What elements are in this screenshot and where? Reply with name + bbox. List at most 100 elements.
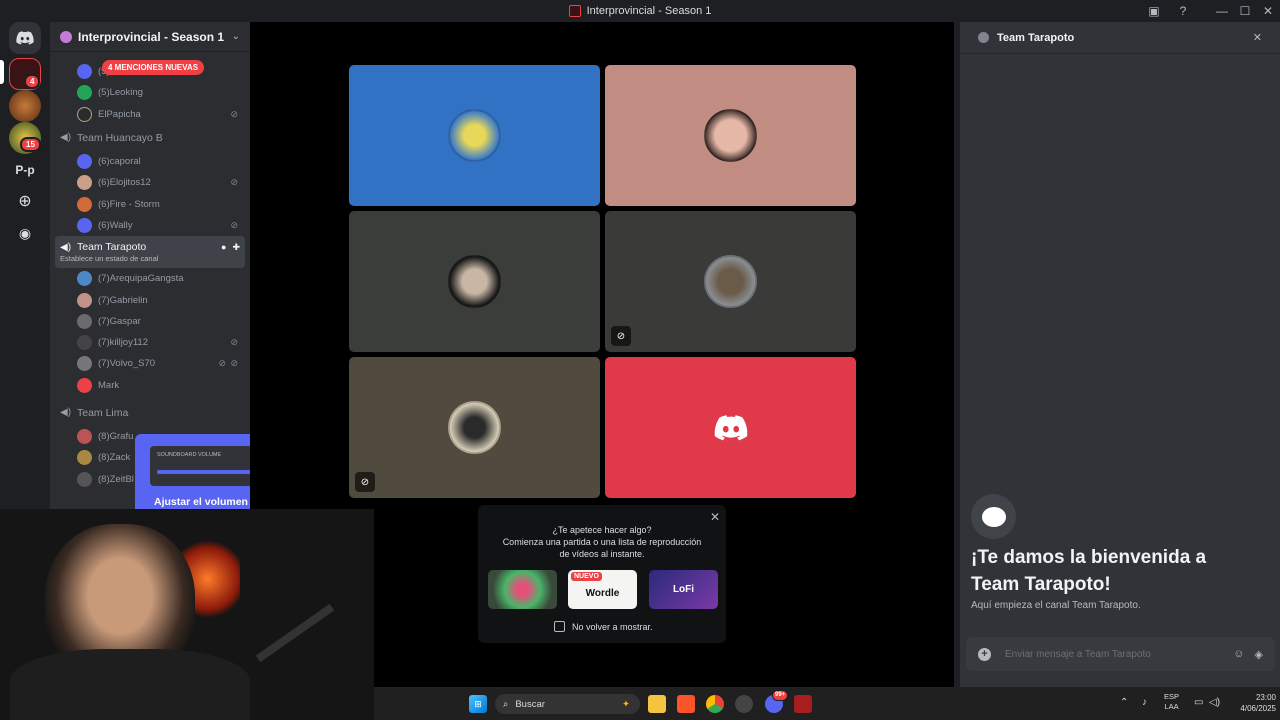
soundboard-volume-label: SOUNDBOARD VOLUME	[157, 452, 222, 458]
add-server-icon[interactable]: ⊕	[9, 185, 41, 217]
video-tile[interactable]	[349, 65, 600, 206]
avatar	[77, 196, 92, 212]
video-tile[interactable]: ⊘	[605, 211, 856, 352]
inbox-icon[interactable]: ▣	[1141, 2, 1167, 20]
activity-tile-lofi[interactable]: LoFi	[649, 570, 718, 609]
avatar	[77, 85, 92, 101]
activity-body: de vídeos al instante.	[559, 549, 645, 559]
window-title: Interprovincial - Season 1	[586, 5, 712, 17]
video-tile[interactable]	[349, 211, 600, 352]
welcome-chat-icon	[971, 494, 1016, 539]
discord-logo-icon	[714, 414, 747, 440]
chat-channel-name: Team Tarapoto	[997, 31, 1075, 44]
deafened-icon: ⊘	[230, 358, 238, 369]
video-tile[interactable]	[605, 65, 856, 206]
search-label: Buscar	[515, 698, 545, 710]
member-row[interactable]: (7)Gaspar	[50, 311, 250, 332]
avatar	[77, 356, 92, 372]
member-row[interactable]: (6)caporal	[50, 151, 250, 172]
member-row[interactable]: (7)ArequipaGangsta	[50, 268, 250, 289]
selected-server-indicator	[0, 60, 4, 84]
voice-channel-team-huancayo-b[interactable]: ◀) Team Huancayo B	[50, 125, 250, 151]
member-row[interactable]: (6)Elojitos12 ⊘	[50, 172, 250, 193]
video-tile[interactable]: ⊘	[349, 357, 600, 498]
member-row[interactable]: (6)Fire - Storm	[50, 193, 250, 214]
avatar	[77, 377, 92, 393]
participant-avatar	[704, 255, 757, 308]
clock[interactable]: 23:00 4/06/2025	[1224, 692, 1276, 714]
mic-muted-icon: ⊘	[230, 337, 238, 348]
new-mentions-pill[interactable]: 4 MENCIONES NUEVAS	[102, 60, 205, 75]
chat-bubble-icon	[978, 32, 989, 43]
deafened-icon: ⊘	[355, 472, 375, 492]
close-window-button[interactable]: ✕	[1255, 2, 1280, 20]
video-tile[interactable]	[605, 357, 856, 498]
member-row[interactable]: (6)Wally ⊘	[50, 215, 250, 236]
welcome-title: Team Tarapoto!	[971, 574, 1111, 595]
channel-status[interactable]: Establece un estado de canal	[60, 254, 158, 263]
message-placeholder: Enviar mensaje a Team Tarapoto	[1005, 648, 1151, 660]
microphone-icon[interactable]: ♪	[1142, 697, 1147, 708]
mic-muted-icon: ⊘	[611, 326, 631, 346]
member-row[interactable]: (7)killjoy112 ⊘	[50, 332, 250, 353]
dota-icon[interactable]	[794, 695, 812, 713]
speaker-icon: ◀)	[60, 241, 72, 253]
activity-icon[interactable]: ◈	[1255, 648, 1263, 661]
mic-muted-icon: ⊘	[218, 358, 226, 369]
channel-chat-panel: Team Tarapoto ✕ ¡Te damos la bienvenida …	[960, 22, 1280, 687]
welcome-subtitle: Aquí empieza el canal Team Tarapoto.	[971, 600, 1141, 611]
message-input[interactable]: + Enviar mensaje a Team Tarapoto ☺ ◈	[966, 637, 1275, 671]
avatar	[77, 450, 92, 466]
invite-icon[interactable]: ✚	[232, 242, 240, 253]
chat-icon[interactable]: ●	[221, 242, 226, 252]
server-boost-icon	[60, 30, 72, 43]
mic-muted-icon: ⊘	[230, 177, 238, 188]
avatar	[77, 292, 92, 308]
volume-icon[interactable]: ◁)	[1209, 697, 1220, 708]
taskbar-search[interactable]: ⌕ Buscar ✦	[495, 694, 640, 714]
voice-channel-team-lima[interactable]: ◀) Team Lima	[50, 400, 250, 426]
avatar	[77, 271, 92, 287]
help-icon[interactable]: ?	[1170, 2, 1196, 20]
activity-tile-wordle[interactable]: NUEVO Wordle	[568, 570, 637, 609]
member-row[interactable]: Mark	[50, 375, 250, 396]
member-row[interactable]: (7)Volvo_S70 ⊘ ⊘	[50, 353, 250, 374]
close-chat-icon[interactable]: ✕	[1253, 31, 1262, 44]
new-badge: NUEVO	[571, 572, 602, 581]
voice-channel-team-tarapoto[interactable]: ◀) Team Tarapoto ● ✚ Establece un estado de…	[55, 236, 245, 269]
add-attachment-icon[interactable]: +	[978, 647, 991, 661]
dont-show-checkbox[interactable]	[554, 621, 565, 632]
discord-home-icon[interactable]	[9, 22, 41, 54]
dont-show-label: No volver a mostrar.	[572, 621, 653, 632]
server-badge: 15	[20, 137, 41, 152]
chrome-icon[interactable]	[706, 695, 724, 713]
activity-suggestion-card: ✕ ¿Te apetece hacer algo? Comienza una p…	[478, 505, 726, 643]
discord-taskbar-badge: 99+	[772, 690, 789, 701]
chat-header: Team Tarapoto ✕	[960, 22, 1280, 54]
close-icon[interactable]: ✕	[710, 510, 720, 524]
obs-icon[interactable]	[735, 695, 753, 713]
network-icon[interactable]: ▭	[1194, 697, 1203, 708]
emoji-icon[interactable]: ☺	[1233, 648, 1244, 660]
member-row[interactable]: ElPapicha ⊘	[50, 104, 250, 125]
start-icon[interactable]: ⊞	[469, 695, 487, 713]
avatar	[77, 64, 92, 80]
file-explorer-icon[interactable]	[648, 695, 666, 713]
language-indicator[interactable]: ESP LAA	[1164, 692, 1179, 712]
server-icon-2[interactable]	[9, 90, 41, 122]
activity-tile[interactable]	[488, 570, 557, 609]
avatar	[77, 335, 92, 351]
server-header[interactable]: Interprovincial - Season 1 ⌄	[50, 22, 250, 52]
chevron-down-icon: ⌄	[231, 31, 240, 42]
server-icon-pp[interactable]: P-p	[9, 154, 41, 186]
avatar	[77, 471, 92, 487]
brave-browser-icon[interactable]	[677, 695, 695, 713]
search-icon: ⌕	[503, 698, 509, 710]
discover-icon[interactable]: ◉	[9, 217, 41, 249]
server-badge: 4	[24, 74, 41, 89]
member-row[interactable]: (7)Gabrielin	[50, 289, 250, 310]
participant-avatar	[448, 255, 501, 308]
member-row[interactable]: (5)Leoking	[50, 82, 250, 103]
participant-avatar	[704, 109, 757, 162]
chevron-up-icon[interactable]: ⌃	[1120, 697, 1128, 708]
